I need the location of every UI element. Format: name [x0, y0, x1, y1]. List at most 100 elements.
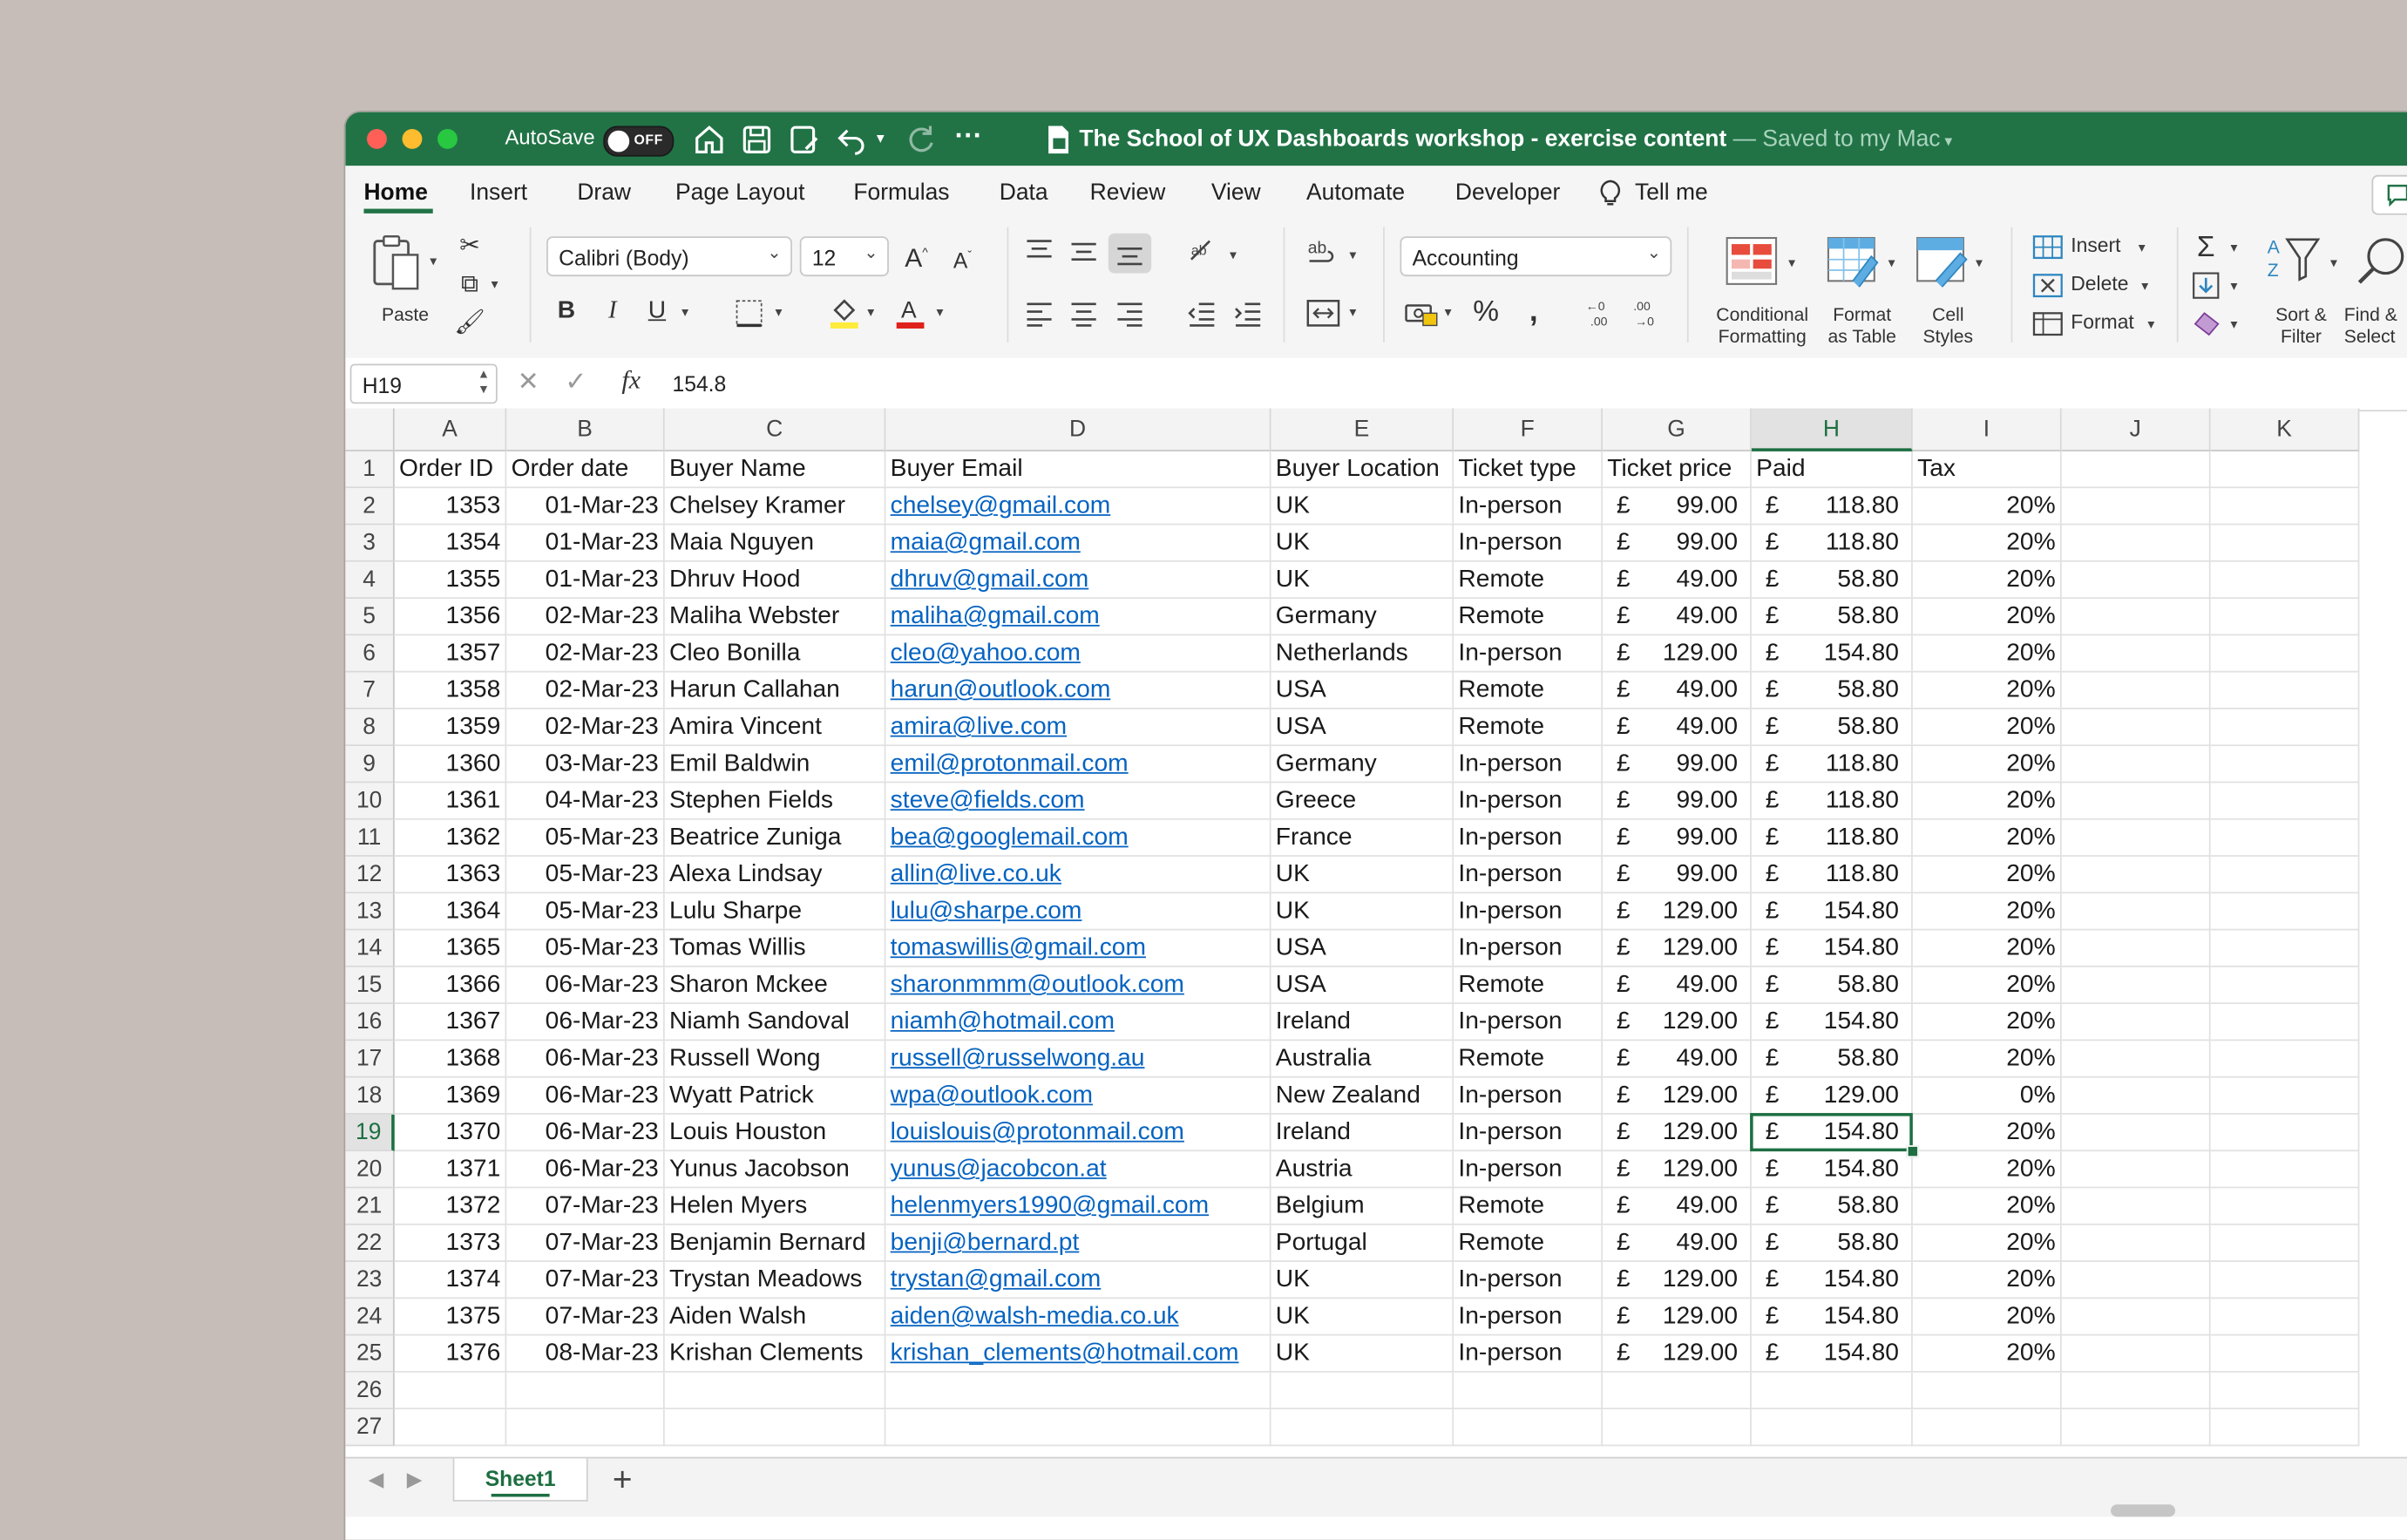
buyer-email-link[interactable]: krishan_clements@hotmail.com: [885, 1335, 1271, 1373]
tab-formulas[interactable]: Formulas: [853, 180, 949, 206]
paid-cell[interactable]: £154.80: [1751, 635, 1913, 673]
ticket-price-cell[interactable]: £49.00: [1603, 672, 1752, 709]
tab-developer[interactable]: Developer: [1455, 180, 1560, 206]
order-id-cell[interactable]: 1376: [394, 1335, 507, 1373]
empty-cell[interactable]: [2061, 746, 2211, 784]
buyer-email-link[interactable]: trystan@gmail.com: [885, 1261, 1271, 1299]
column-header-a[interactable]: A: [394, 408, 507, 451]
tax-cell[interactable]: 20%: [1912, 635, 2062, 673]
buyer-email-link[interactable]: dhruv@gmail.com: [885, 561, 1271, 599]
column-title-cell[interactable]: Ticket price: [1603, 451, 1752, 489]
cell-styles-icon[interactable]: [1915, 235, 1970, 288]
order-id-cell[interactable]: 1356: [394, 598, 507, 636]
format-dropdown-icon[interactable]: ▾: [2147, 316, 2154, 333]
conditional-formatting-label[interactable]: Conditional Formatting: [1704, 304, 1821, 347]
decrease-indent-icon[interactable]: [1187, 299, 1217, 327]
wrap-text-dropdown-icon[interactable]: ▾: [1349, 248, 1356, 264]
borders-icon[interactable]: [736, 299, 763, 328]
conditional-formatting-dropdown-icon[interactable]: ▾: [1788, 254, 1795, 271]
empty-cell[interactable]: [2210, 1261, 2360, 1299]
empty-cell[interactable]: [506, 1372, 665, 1410]
column-header-c[interactable]: C: [664, 408, 886, 451]
buyer-email-link[interactable]: maia@gmail.com: [885, 525, 1271, 562]
column-header-j[interactable]: J: [2061, 408, 2211, 451]
order-date-cell[interactable]: 05-Mar-23: [506, 856, 665, 894]
tax-cell[interactable]: 20%: [1912, 672, 2062, 709]
paid-cell[interactable]: £58.80: [1751, 967, 1913, 1005]
underline-icon[interactable]: U: [639, 295, 675, 329]
buyer-name-cell[interactable]: Benjamin Bernard: [664, 1225, 886, 1262]
font-color-icon[interactable]: A: [893, 295, 927, 329]
confirm-entry-icon[interactable]: ✓: [565, 367, 586, 397]
delete-dropdown-icon[interactable]: ▾: [2141, 278, 2148, 295]
fill-color-icon[interactable]: [827, 295, 861, 329]
empty-cell[interactable]: [1454, 1372, 1604, 1410]
format-cells-label[interactable]: Format: [2071, 311, 2134, 334]
tax-cell[interactable]: 20%: [1912, 598, 2062, 636]
order-id-cell[interactable]: 1360: [394, 746, 507, 784]
empty-cell[interactable]: [2210, 1114, 2360, 1152]
empty-cell[interactable]: [2210, 709, 2360, 747]
row-header[interactable]: 17: [345, 1041, 395, 1078]
buyer-name-cell[interactable]: Stephen Fields: [664, 783, 886, 820]
buyer-location-cell[interactable]: Netherlands: [1271, 635, 1454, 673]
buyer-location-cell[interactable]: Belgium: [1271, 1188, 1454, 1225]
empty-cell[interactable]: [2061, 1409, 2211, 1447]
insert-function-icon[interactable]: fx: [621, 365, 641, 396]
tax-cell[interactable]: 20%: [1912, 819, 2062, 857]
empty-cell[interactable]: [2210, 635, 2360, 673]
row-header[interactable]: 14: [345, 930, 395, 967]
order-id-cell[interactable]: 1353: [394, 488, 507, 526]
buyer-location-cell[interactable]: UK: [1271, 1261, 1454, 1299]
ticket-price-cell[interactable]: £99.00: [1603, 488, 1752, 526]
buyer-location-cell[interactable]: New Zealand: [1271, 1077, 1454, 1115]
sort-filter-label[interactable]: Sort & Filter: [2258, 304, 2344, 347]
ticket-price-cell[interactable]: £129.00: [1603, 1114, 1752, 1152]
paid-cell[interactable]: £118.80: [1751, 746, 1913, 784]
empty-cell[interactable]: [2061, 635, 2211, 673]
clear-icon[interactable]: [2192, 310, 2222, 338]
format-as-table-dropdown-icon[interactable]: ▾: [1888, 254, 1895, 271]
order-id-cell[interactable]: 1362: [394, 819, 507, 857]
buyer-location-cell[interactable]: USA: [1271, 930, 1454, 967]
paste-icon[interactable]: [370, 234, 423, 292]
ticket-price-cell[interactable]: £129.00: [1603, 1261, 1752, 1299]
empty-cell[interactable]: [664, 1409, 886, 1447]
tax-cell[interactable]: 20%: [1912, 1188, 2062, 1225]
redo-icon[interactable]: [903, 121, 939, 158]
ticket-type-cell[interactable]: In-person: [1454, 1335, 1604, 1373]
buyer-email-link[interactable]: bea@googlemail.com: [885, 819, 1271, 857]
buyer-name-cell[interactable]: Cleo Bonilla: [664, 635, 886, 673]
row-header[interactable]: 11: [345, 819, 395, 857]
empty-cell[interactable]: [2061, 1188, 2211, 1225]
row-header[interactable]: 10: [345, 783, 395, 820]
autosum-dropdown-icon[interactable]: ▾: [2230, 240, 2237, 256]
buyer-location-cell[interactable]: USA: [1271, 967, 1454, 1005]
buyer-location-cell[interactable]: Ireland: [1271, 1114, 1454, 1152]
column-title-cell[interactable]: Paid: [1751, 451, 1913, 489]
ticket-type-cell[interactable]: Remote: [1454, 672, 1604, 709]
tax-cell[interactable]: 20%: [1912, 1261, 2062, 1299]
row-header[interactable]: 7: [345, 672, 395, 709]
empty-cell[interactable]: [2061, 783, 2211, 820]
tab-home[interactable]: Home: [363, 180, 427, 206]
order-id-cell[interactable]: 1365: [394, 930, 507, 967]
row-header[interactable]: 16: [345, 1004, 395, 1041]
buyer-name-cell[interactable]: Lulu Sharpe: [664, 893, 886, 931]
empty-cell[interactable]: [2210, 856, 2360, 894]
insert-dropdown-icon[interactable]: ▾: [2139, 240, 2146, 256]
empty-cell[interactable]: [2210, 1041, 2360, 1078]
formula-input[interactable]: 154.8: [673, 371, 727, 396]
empty-cell[interactable]: [2210, 783, 2360, 820]
row-header[interactable]: 6: [345, 635, 395, 673]
empty-cell[interactable]: [2061, 893, 2211, 931]
order-date-cell[interactable]: 03-Mar-23: [506, 746, 665, 784]
paid-cell[interactable]: £118.80: [1751, 488, 1913, 526]
buyer-name-cell[interactable]: Louis Houston: [664, 1114, 886, 1152]
ticket-type-cell[interactable]: In-person: [1454, 525, 1604, 562]
empty-cell[interactable]: [885, 1372, 1271, 1410]
order-date-cell[interactable]: 01-Mar-23: [506, 488, 665, 526]
row-header[interactable]: 24: [345, 1299, 395, 1336]
horizontal-scrollbar[interactable]: [2111, 1504, 2176, 1517]
cancel-entry-icon[interactable]: ✕: [518, 367, 539, 397]
